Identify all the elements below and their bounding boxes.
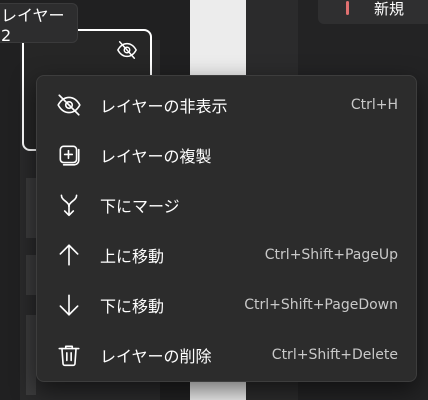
layer-name-tooltip: レイヤー 2 <box>0 3 78 45</box>
menu-item-shortcut: Ctrl+Shift+PageUp <box>264 247 398 263</box>
menu-item-label: レイヤーの複製 <box>100 147 212 166</box>
menu-item-label: レイヤーの削除 <box>100 347 212 366</box>
accent-marker <box>346 1 349 15</box>
merge-down-icon <box>56 192 82 218</box>
menu-item-shortcut: Ctrl+H <box>350 97 398 113</box>
new-button[interactable]: 新規 <box>318 0 428 24</box>
menu-item-delete-layer[interactable]: レイヤーの削除 Ctrl+Shift+Delete <box>41 334 412 376</box>
layer-context-menu: レイヤーの非表示 Ctrl+H レイヤーの複製 下にマージ 上に移動 Ctrl+… <box>36 75 417 382</box>
menu-item-hide-layer[interactable]: レイヤーの非表示 Ctrl+H <box>41 84 412 126</box>
arrow-up-icon <box>56 242 82 268</box>
duplicate-icon <box>56 142 82 168</box>
menu-item-label: レイヤーの非表示 <box>100 97 228 116</box>
menu-item-label: 下にマージ <box>100 197 180 216</box>
menu-item-label: 上に移動 <box>100 247 165 266</box>
menu-item-shortcut: Ctrl+Shift+PageDown <box>244 297 398 313</box>
menu-item-merge-down[interactable]: 下にマージ <box>41 184 412 226</box>
layer-thumbnail[interactable] <box>26 178 36 238</box>
menu-item-label: 下に移動 <box>100 297 165 316</box>
trash-icon <box>56 342 82 368</box>
layer-thumbnail[interactable] <box>26 255 36 295</box>
menu-item-move-down[interactable]: 下に移動 Ctrl+Shift+PageDown <box>41 284 412 326</box>
menu-item-shortcut: Ctrl+Shift+Delete <box>271 347 398 363</box>
eye-off-icon <box>56 92 82 118</box>
arrow-down-icon <box>56 292 82 318</box>
new-button-label: 新規 <box>374 0 405 18</box>
eye-off-icon[interactable] <box>116 39 138 61</box>
menu-item-duplicate-layer[interactable]: レイヤーの複製 <box>41 134 412 176</box>
layer-thumbnail[interactable] <box>26 315 36 395</box>
menu-item-move-up[interactable]: 上に移動 Ctrl+Shift+PageUp <box>41 234 412 276</box>
tooltip-text: レイヤー 2 <box>1 5 65 45</box>
